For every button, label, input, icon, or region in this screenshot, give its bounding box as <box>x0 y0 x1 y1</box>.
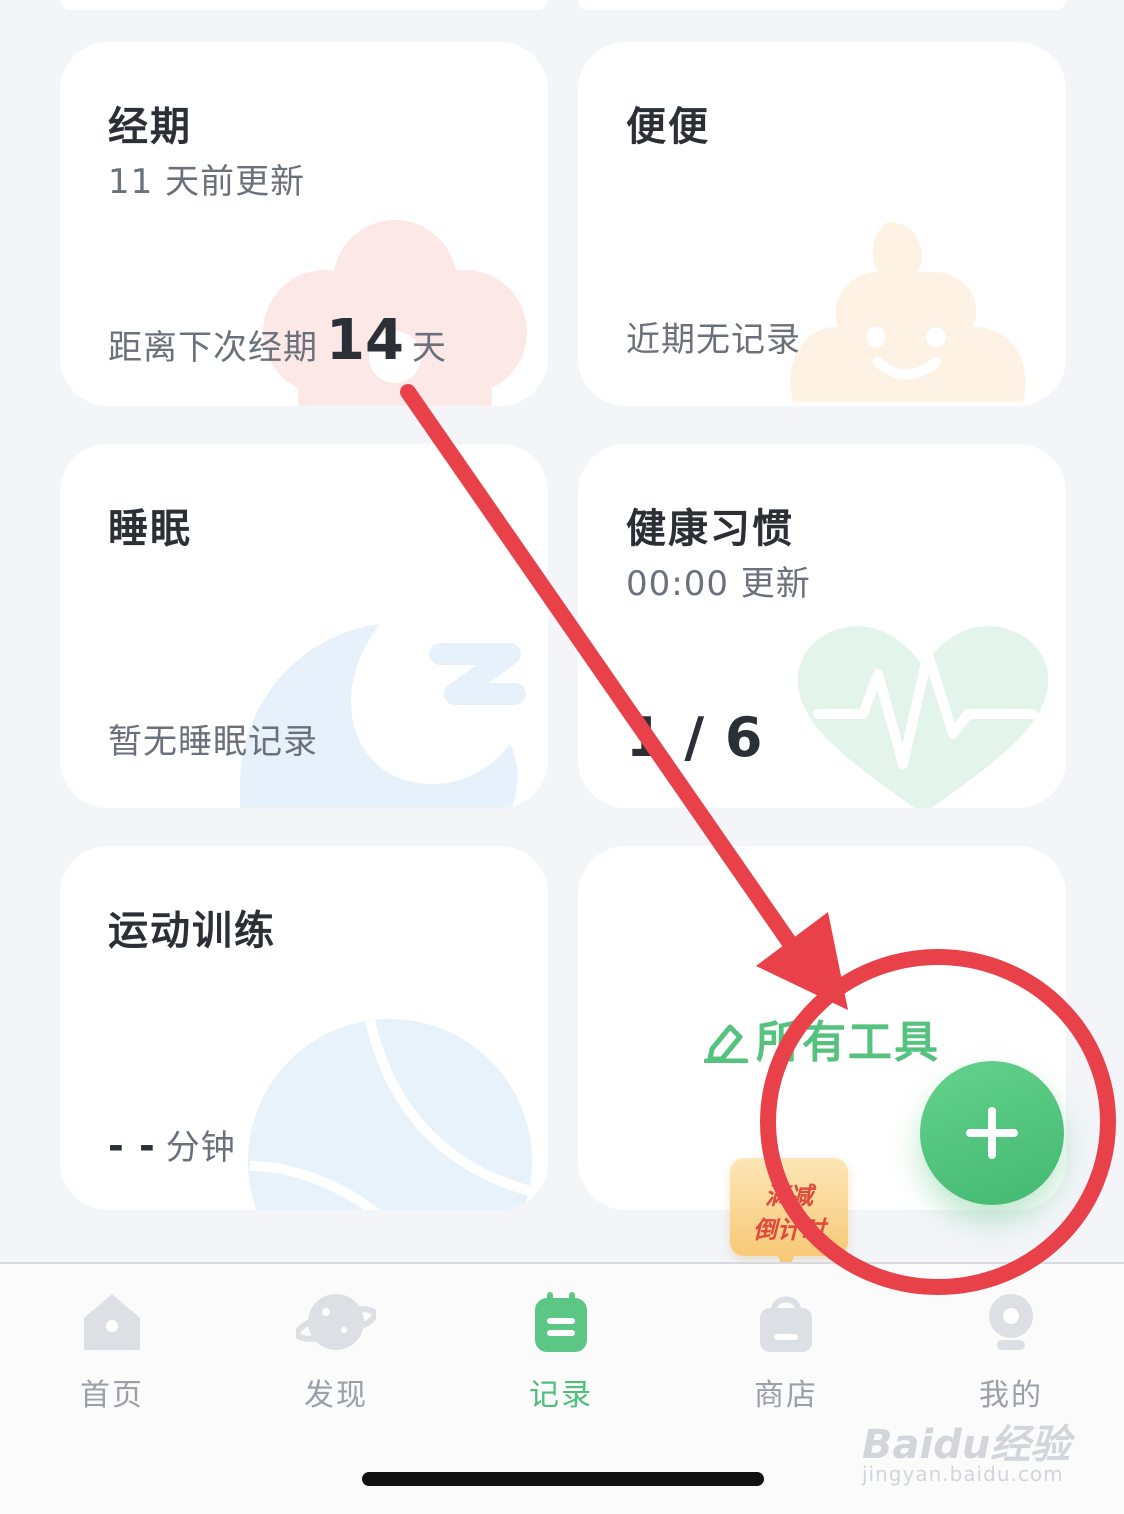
bag-icon <box>760 1296 812 1352</box>
card-title: 便便 <box>626 104 710 150</box>
sleep-card[interactable]: 睡眠 暂无睡眠记录 <box>60 444 548 808</box>
card-title: 运动训练 <box>108 908 276 954</box>
minutes-value: - - <box>108 1124 156 1168</box>
tab-records[interactable]: 记录 <box>481 1264 641 1424</box>
planet-icon <box>296 1294 376 1350</box>
add-record-button[interactable] <box>920 1061 1064 1205</box>
ball-icon <box>248 1019 532 1210</box>
exercise-minutes: - - 分钟 <box>108 1120 236 1169</box>
previous-card-edge <box>578 0 1066 10</box>
card-foot: 暂无睡眠记录 <box>108 722 318 762</box>
tab-label: 首页 <box>80 1378 144 1413</box>
tab-store[interactable]: 商店 <box>706 1264 866 1424</box>
card-title: 睡眠 <box>108 506 192 552</box>
period-card[interactable]: 经期 11 天前更新 距离下次经期 14 天 <box>60 42 548 406</box>
card-title: 健康习惯 <box>626 506 794 552</box>
promo-line1: 满减 <box>765 1182 813 1210</box>
promo-badge[interactable]: 满减 倒计时 <box>730 1158 848 1256</box>
card-subtitle: 00:00 更新 <box>626 564 811 604</box>
habit-card[interactable]: 健康习惯 00:00 更新 1 / 6 <box>578 444 1066 808</box>
watermark-url: jingyan.baidu.com <box>862 1462 1064 1486</box>
moon-icon <box>240 624 526 808</box>
poop-icon <box>790 222 1026 402</box>
home-icon <box>84 1294 140 1350</box>
countdown-suffix: 天 <box>411 328 447 368</box>
tab-label: 发现 <box>304 1378 368 1413</box>
next-period-countdown: 距离下次经期 14 天 <box>108 308 447 373</box>
minutes-unit: 分钟 <box>165 1128 236 1168</box>
promo-line2: 倒计时 <box>753 1216 825 1244</box>
profile-icon <box>989 1294 1033 1350</box>
habit-progress: 1 / 6 <box>626 706 764 769</box>
tab-label: 记录 <box>529 1378 593 1413</box>
card-subtitle: 11 天前更新 <box>108 162 306 202</box>
all-tools-label: 所有工具 <box>756 1017 940 1068</box>
poop-card[interactable]: 便便 近期无记录 <box>578 42 1066 406</box>
heart-pulse-icon <box>797 626 1049 808</box>
previous-card-edge <box>60 0 548 10</box>
pencil-icon <box>703 1024 749 1064</box>
calendar-icon <box>535 1292 587 1352</box>
card-foot: 近期无记录 <box>626 320 801 360</box>
tab-label: 商店 <box>754 1378 818 1413</box>
tab-home[interactable]: 首页 <box>32 1264 192 1424</box>
tab-label: 我的 <box>979 1378 1043 1413</box>
tab-discover[interactable]: 发现 <box>256 1264 416 1424</box>
tab-mine[interactable]: 我的 <box>931 1264 1091 1424</box>
card-title: 经期 <box>108 104 192 150</box>
home-indicator <box>362 1472 764 1486</box>
exercise-card[interactable]: 运动训练 - - 分钟 <box>60 846 548 1210</box>
countdown-days: 14 <box>326 308 404 373</box>
countdown-prefix: 距离下次经期 <box>108 328 318 368</box>
